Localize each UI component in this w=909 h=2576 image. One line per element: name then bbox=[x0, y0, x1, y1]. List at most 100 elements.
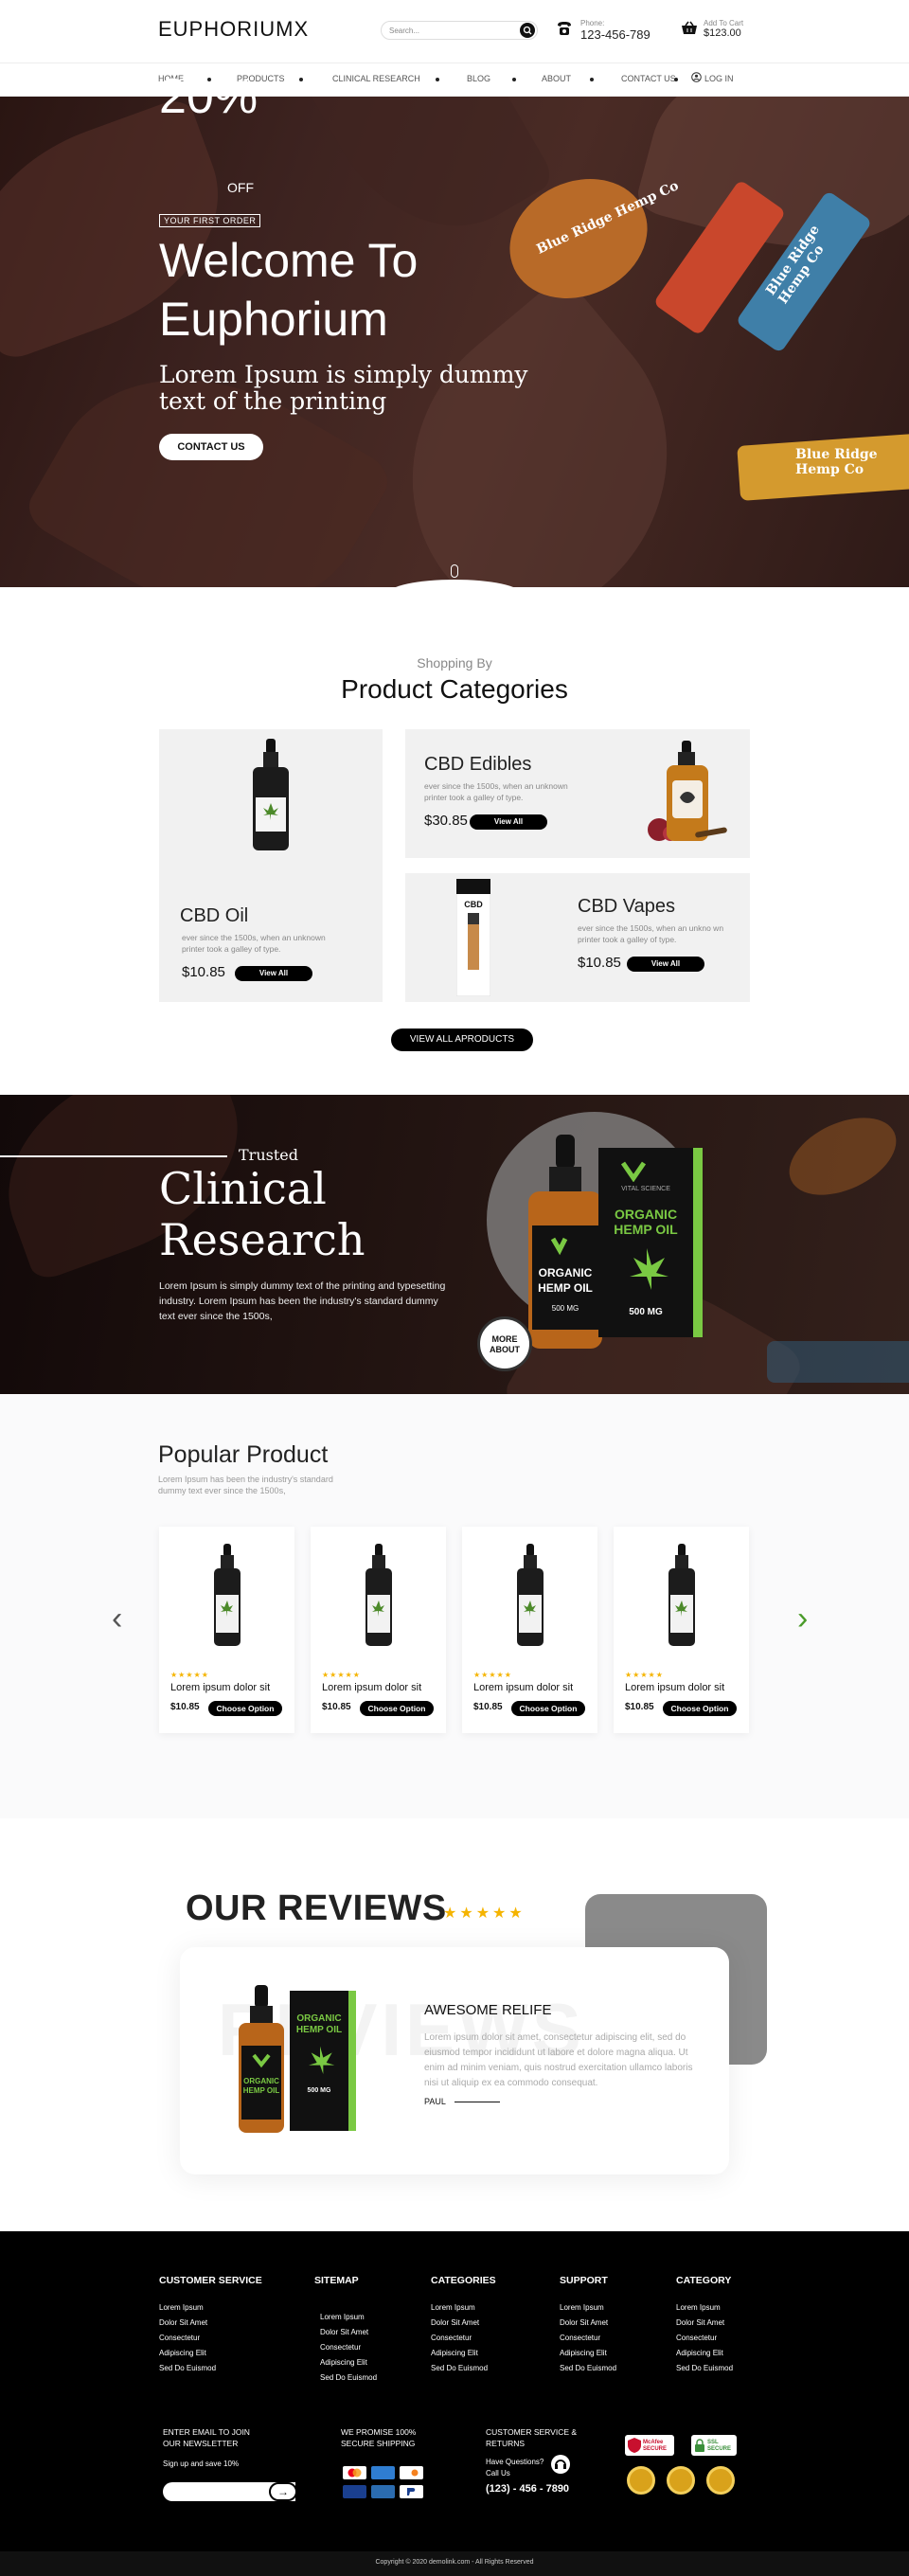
footer-link[interactable]: Adipiscing Elit bbox=[320, 2358, 367, 2367]
newsletter-submit-button[interactable]: → bbox=[269, 2482, 297, 2501]
trusted-line bbox=[0, 1155, 227, 1157]
choose-option-button[interactable]: Choose Option bbox=[208, 1701, 282, 1716]
carousel-next-arrow[interactable]: › bbox=[797, 1602, 816, 1635]
category-price: $30.85 bbox=[424, 813, 468, 829]
nav-about[interactable]: About bbox=[542, 74, 571, 83]
hero-title-line: Welcome To bbox=[159, 234, 419, 287]
product-jar bbox=[776, 1101, 909, 1211]
view-all-products-button[interactable]: VIEW ALL APRODUCTS bbox=[391, 1029, 533, 1051]
footer-link[interactable]: Dolor Sit Amet bbox=[431, 2318, 479, 2327]
rating-stars: ★★★★★ bbox=[322, 1671, 361, 1679]
product-name[interactable]: Lorem ipsum dolor sit bbox=[322, 1682, 421, 1693]
research-title-line: Research bbox=[159, 1214, 365, 1265]
footer-link[interactable]: Sed Do Euismod bbox=[676, 2364, 733, 2372]
product-card[interactable]: ★★★★★ Lorem ipsum dolor sit $10.85 Choos… bbox=[614, 1527, 749, 1733]
footer-link[interactable]: Dolor Sit Amet bbox=[560, 2318, 608, 2327]
shield-icon bbox=[628, 2438, 641, 2453]
box-brand: VITAL SCIENCE bbox=[621, 1186, 670, 1192]
footer-link[interactable]: Sed Do Euismod bbox=[560, 2364, 616, 2372]
product-name[interactable]: Lorem ipsum dolor sit bbox=[170, 1682, 270, 1693]
product-name[interactable]: Lorem ipsum dolor sit bbox=[473, 1682, 573, 1693]
svg-text:HEMP OIL: HEMP OIL bbox=[243, 2086, 280, 2095]
nav-login[interactable]: Log In bbox=[704, 74, 734, 83]
mouse-icon[interactable] bbox=[451, 564, 458, 578]
product-card[interactable]: ★★★★★ Lorem ipsum dolor sit $10.85 Choos… bbox=[159, 1527, 294, 1733]
footer-link[interactable]: Consectetur bbox=[320, 2343, 361, 2352]
choose-option-button[interactable]: Choose Option bbox=[663, 1701, 737, 1716]
footer-link[interactable]: Adipiscing Elit bbox=[560, 2349, 607, 2357]
product-card[interactable]: ★★★★★ Lorem ipsum dolor sit $10.85 Choos… bbox=[462, 1527, 597, 1733]
box-title-line: ORGANIC bbox=[614, 1207, 678, 1222]
customer-service-title: CUSTOMER SERVICE & RETURNS bbox=[486, 2427, 578, 2448]
hemp-oil-bottle-icon: ORGANIC HEMP OIL 500 MG bbox=[528, 1135, 602, 1349]
cart-icon[interactable] bbox=[680, 19, 699, 38]
reviews-stars: ★★★★★ bbox=[443, 1905, 526, 1922]
category-card-cbd-oil[interactable]: CBD Oil ever since the 1500s, when an un… bbox=[159, 729, 383, 1002]
choose-option-button[interactable]: Choose Option bbox=[511, 1701, 585, 1716]
category-name: CBD Edibles bbox=[424, 754, 532, 775]
box-mg: 500 MG bbox=[629, 1307, 663, 1317]
footer-col-title: CUSTOMER SERVICE bbox=[159, 2275, 262, 2286]
review-author: PAUL bbox=[424, 2097, 446, 2106]
more-about-button[interactable]: MORE ABOUT bbox=[477, 1316, 532, 1371]
footer-link[interactable]: Sed Do Euismod bbox=[320, 2373, 377, 2382]
footer-link[interactable]: Adipiscing Elit bbox=[676, 2349, 723, 2357]
footer-link[interactable]: Adipiscing Elit bbox=[159, 2349, 206, 2357]
scroll-down-label[interactable]: SCROLL DOWN bbox=[439, 581, 481, 587]
site-logo[interactable]: EUPHORIUMX bbox=[158, 17, 309, 42]
footer-link[interactable]: Lorem Ipsum bbox=[560, 2303, 604, 2312]
product-price: $10.85 bbox=[625, 1702, 654, 1712]
footer-link[interactable]: Consectetur bbox=[431, 2334, 472, 2342]
contact-us-button[interactable]: CONTACT US bbox=[159, 434, 263, 460]
choose-option-button[interactable]: Choose Option bbox=[360, 1701, 434, 1716]
nav-contact-us[interactable]: Contact Us bbox=[621, 74, 676, 83]
maestro-icon bbox=[371, 2485, 395, 2498]
footer-link[interactable]: Dolor Sit Amet bbox=[676, 2318, 724, 2327]
nav-blog[interactable]: Blog bbox=[467, 74, 490, 83]
footer-link[interactable]: Sed Do Euismod bbox=[431, 2364, 488, 2372]
footer-link[interactable]: Lorem Ipsum bbox=[431, 2303, 475, 2312]
view-all-button[interactable]: View All bbox=[235, 966, 312, 981]
mcafee-badge: McAfee SECURE bbox=[625, 2435, 674, 2456]
footer-link[interactable]: Lorem Ipsum bbox=[320, 2313, 365, 2321]
footer-link[interactable]: Lorem Ipsum bbox=[676, 2303, 721, 2312]
svg-text:500 MG: 500 MG bbox=[552, 1304, 579, 1313]
category-card-cbd-vapes[interactable]: CBD CBD Vapes ever since the 1500s, when… bbox=[405, 873, 750, 1002]
award-badge-icon bbox=[667, 2466, 695, 2495]
nav-clinical-research[interactable]: Clinical Research bbox=[332, 74, 420, 83]
phone-number[interactable]: 123-456-789 bbox=[580, 27, 651, 42]
amex-icon bbox=[371, 2466, 395, 2479]
footer-link[interactable]: Consectetur bbox=[560, 2334, 600, 2342]
review-box: ORGANIC HEMP OIL 500 MG bbox=[290, 1991, 356, 2131]
search-icon[interactable] bbox=[520, 23, 535, 38]
footer-link[interactable]: Sed Do Euismod bbox=[159, 2364, 216, 2372]
hero-banner: Blue Ridge Hemp Co Blue Ridge Hemp Co Bl… bbox=[0, 97, 909, 587]
cbd-vape-box-icon: CBD bbox=[456, 879, 490, 996]
popular-products-section: Popular Product Lorem Ipsum has been the… bbox=[0, 1394, 909, 1818]
search-input[interactable]: Search... bbox=[381, 21, 538, 40]
rating-stars: ★★★★★ bbox=[170, 1671, 209, 1679]
footer-link[interactable]: Lorem Ipsum bbox=[159, 2303, 204, 2312]
footer-link[interactable]: Dolor Sit Amet bbox=[159, 2318, 207, 2327]
footer-link[interactable]: Consectetur bbox=[676, 2334, 717, 2342]
ssl-label: SSL SECURE bbox=[707, 2440, 732, 2452]
hero-title: Welcome To Euphorium bbox=[159, 231, 418, 349]
footer-link[interactable]: Dolor Sit Amet bbox=[320, 2328, 368, 2336]
product-name[interactable]: Lorem ipsum dolor sit bbox=[625, 1682, 724, 1693]
rating-stars: ★★★★★ bbox=[473, 1671, 512, 1679]
view-all-button[interactable]: View All bbox=[627, 957, 704, 972]
product-tube bbox=[767, 1341, 909, 1383]
service-phone[interactable]: (123) - 456 - 7890 bbox=[486, 2483, 569, 2495]
carousel-prev-arrow[interactable]: ‹ bbox=[112, 1602, 131, 1635]
review-bottle-icon: ORGANIC HEMP OIL bbox=[239, 1985, 284, 2133]
product-card[interactable]: ★★★★★ Lorem ipsum dolor sit $10.85 Choos… bbox=[311, 1527, 446, 1733]
svg-text:CBD: CBD bbox=[464, 900, 483, 909]
category-card-cbd-edibles[interactable]: CBD Edibles ever since the 1500s, when a… bbox=[405, 729, 750, 858]
hemp-leaf-icon bbox=[630, 1248, 668, 1290]
visa-icon bbox=[343, 2485, 366, 2498]
footer-link[interactable]: Consectetur bbox=[159, 2334, 200, 2342]
cbd-oil-bottle-icon bbox=[253, 739, 289, 850]
svg-text:HEMP OIL: HEMP OIL bbox=[538, 1281, 593, 1295]
view-all-button[interactable]: View All bbox=[470, 814, 547, 830]
footer-link[interactable]: Adipiscing Elit bbox=[431, 2349, 478, 2357]
